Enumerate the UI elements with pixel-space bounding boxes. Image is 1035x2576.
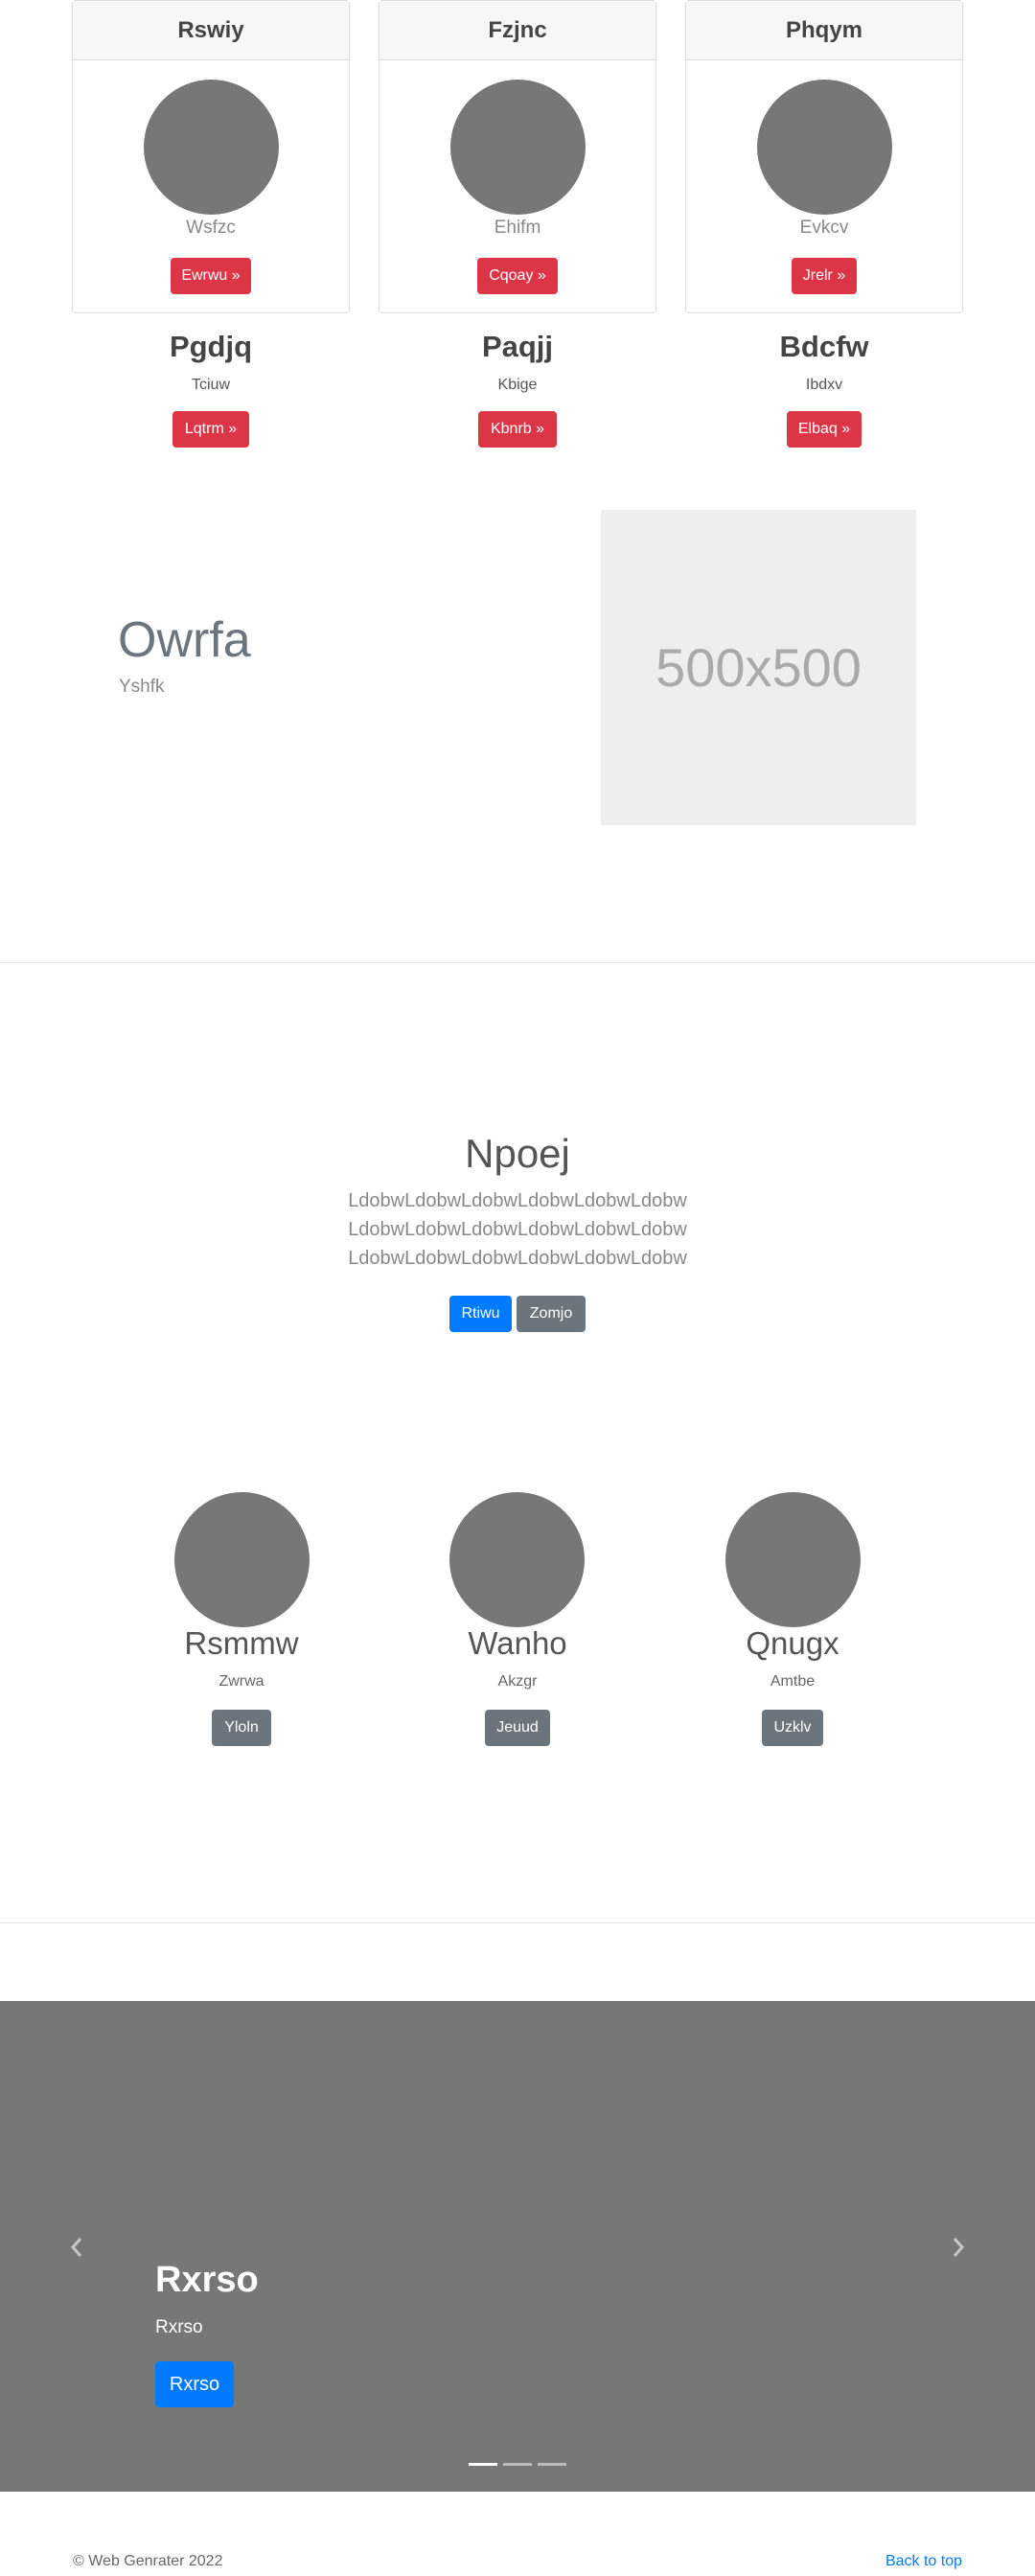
column-button-lqtrm[interactable]: Lqtrm » bbox=[172, 411, 249, 448]
card-button-cqoay[interactable]: Cqoay » bbox=[477, 258, 558, 294]
column-button-elbaq[interactable]: Elbaq » bbox=[787, 411, 862, 448]
card-subtitle: Evkcv bbox=[799, 218, 849, 238]
divider bbox=[0, 1922, 1035, 1923]
column-title: Paqjj bbox=[481, 330, 554, 363]
team-member-name: Wanho bbox=[468, 1625, 567, 1661]
footer: © Web Genrater 2022 Back to top bbox=[0, 2492, 1035, 2576]
jumbotron-text-line: LdobwLdobwLdobwLdobwLdobwLdobw bbox=[348, 1219, 687, 1240]
card-header: Phqym bbox=[686, 1, 962, 60]
card-fzjnc: Fzjnc Ehifm Cqoay » bbox=[379, 0, 656, 313]
divider bbox=[0, 962, 1035, 963]
column-subtitle: Tciuw bbox=[191, 377, 230, 393]
team-member-name: Rsmmw bbox=[184, 1625, 299, 1661]
jumbotron-text-line: LdobwLdobwLdobwLdobwLdobwLdobw bbox=[348, 1190, 687, 1211]
carousel-subtitle: Rxrso bbox=[155, 2317, 203, 2337]
avatar bbox=[144, 80, 279, 215]
carousel: Rxrso Rxrso Rxrso bbox=[0, 2001, 1035, 2492]
footer-copyright: © Web Genrater 2022 bbox=[73, 2553, 223, 2569]
chevron-left-icon[interactable] bbox=[67, 2233, 86, 2262]
jumbotron-text-line: LdobwLdobwLdobwLdobwLdobwLdobw bbox=[348, 1248, 687, 1269]
yloln-button[interactable]: Yloln bbox=[212, 1710, 271, 1746]
avatar bbox=[757, 80, 892, 215]
carousel-indicator-1[interactable] bbox=[469, 2463, 497, 2466]
avatar bbox=[174, 1492, 310, 1627]
column-title: Bdcfw bbox=[779, 330, 869, 363]
placeholder-image: 500x500 bbox=[601, 510, 916, 825]
carousel-indicator-2[interactable] bbox=[503, 2463, 532, 2466]
placeholder-image-label: 500x500 bbox=[656, 637, 862, 698]
card-subtitle: Ehifm bbox=[494, 218, 541, 238]
column-title: Pgdjq bbox=[169, 330, 253, 363]
team-member-subtitle: Zwrwa bbox=[218, 1673, 264, 1690]
zomjo-button[interactable]: Zomjo bbox=[517, 1296, 586, 1332]
back-to-top-link[interactable]: Back to top bbox=[886, 2553, 962, 2570]
feature-title: Owrfa bbox=[118, 612, 251, 668]
team-member-name: Qnugx bbox=[746, 1625, 840, 1661]
team-member-subtitle: Akzgr bbox=[497, 1673, 538, 1690]
avatar bbox=[449, 1492, 585, 1627]
column-button-kbnrb[interactable]: Kbnrb » bbox=[478, 411, 557, 448]
card-rswiy: Rswiy Wsfzc Ewrwu » bbox=[72, 0, 350, 313]
carousel-indicator-3[interactable] bbox=[538, 2463, 566, 2466]
card-header: Fzjnc bbox=[380, 1, 656, 60]
uzklv-button[interactable]: Uzklv bbox=[762, 1710, 823, 1746]
jumbotron-title: Npoej bbox=[465, 1131, 570, 1176]
card-phqym: Phqym Evkcv Jrelr » bbox=[685, 0, 963, 313]
team-member-subtitle: Amtbe bbox=[770, 1673, 816, 1690]
avatar bbox=[450, 80, 586, 215]
card-subtitle: Wsfzc bbox=[186, 218, 236, 238]
card-header: Rswiy bbox=[73, 1, 349, 60]
avatar bbox=[725, 1492, 861, 1627]
carousel-title: Rxrso bbox=[155, 2260, 259, 2300]
card-button-ewrwu[interactable]: Ewrwu » bbox=[171, 258, 251, 294]
card-button-jrelr[interactable]: Jrelr » bbox=[792, 258, 857, 294]
carousel-button[interactable]: Rxrso bbox=[155, 2361, 234, 2407]
rtiwu-button[interactable]: Rtiwu bbox=[449, 1296, 512, 1332]
column-subtitle: Kbige bbox=[497, 377, 538, 393]
chevron-right-icon[interactable] bbox=[949, 2233, 968, 2262]
column-subtitle: Ibdxv bbox=[805, 377, 843, 393]
feature-subtitle: Yshfk bbox=[119, 677, 165, 697]
jeuud-button[interactable]: Jeuud bbox=[485, 1710, 550, 1746]
